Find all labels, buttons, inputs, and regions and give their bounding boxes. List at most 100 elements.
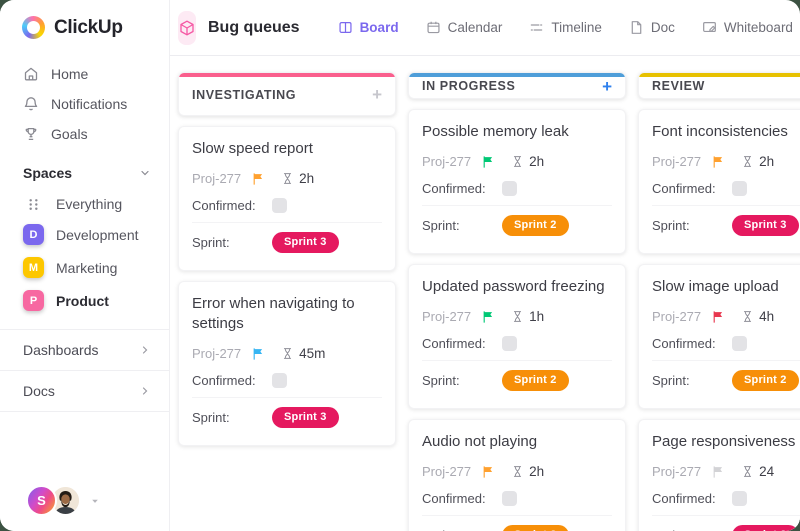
priority-flag-icon[interactable] xyxy=(481,465,495,479)
time-estimate[interactable]: 2h xyxy=(511,464,544,479)
priority-flag-icon[interactable] xyxy=(711,155,725,169)
time-value: 4h xyxy=(759,309,775,324)
sidebar-item-home[interactable]: Home xyxy=(0,59,169,89)
task-card[interactable]: Audio not playing Proj-277 2h Confirmed: xyxy=(408,419,626,531)
sprint-badge[interactable]: Sprint 2 xyxy=(502,525,569,531)
sprint-badge[interactable]: Sprint 2 xyxy=(502,215,569,236)
time-estimate[interactable]: 1h xyxy=(511,309,544,324)
column-header[interactable]: INVESTIGATING + xyxy=(178,72,396,116)
user-menu[interactable]: S xyxy=(0,485,169,531)
sidebar-item-label: Notifications xyxy=(51,96,128,112)
sidebar-link-label: Dashboards xyxy=(23,342,99,358)
task-card[interactable]: Updated password freezing Proj-277 1h Co… xyxy=(408,264,626,409)
project-id: Proj-277 xyxy=(652,464,702,479)
hourglass-icon xyxy=(744,311,752,322)
task-card[interactable]: Page responsiveness Issue Proj-277 24 Co… xyxy=(638,419,800,531)
sidebar-item-marketing[interactable]: M Marketing xyxy=(0,251,169,284)
confirmed-row: Confirmed: xyxy=(652,331,800,361)
chevron-down-icon xyxy=(92,499,98,503)
tab-board[interactable]: Board xyxy=(338,20,399,35)
tab-whiteboard[interactable]: Whiteboard xyxy=(702,20,793,35)
view-tabs: Board Calendar Timeline Doc Whiteboard xyxy=(338,20,793,35)
task-meta: Proj-277 24 xyxy=(652,461,800,486)
project-id: Proj-277 xyxy=(192,346,242,361)
task-title: Possible memory leak xyxy=(422,123,569,140)
task-meta: Proj-277 45m xyxy=(192,343,382,368)
task-title: Page responsiveness Issue xyxy=(652,433,800,450)
time-estimate[interactable]: 2h xyxy=(741,154,774,169)
grid-dots-icon xyxy=(23,197,44,212)
task-title: Audio not playing xyxy=(422,433,538,450)
sidebar-item-label: Goals xyxy=(51,126,88,142)
sprint-row: Sprint: Sprint 2 xyxy=(422,365,612,396)
add-task-button[interactable]: + xyxy=(602,78,612,95)
sidebar-item-notifications[interactable]: Notifications xyxy=(0,89,169,119)
task-card[interactable]: Error when navigating to settings Proj-2… xyxy=(178,281,396,446)
sprint-badge[interactable]: Sprint 2 xyxy=(732,370,799,391)
task-card[interactable]: Font inconsistencies Proj-277 2h Confirm… xyxy=(638,109,800,254)
confirmed-checkbox[interactable] xyxy=(732,491,747,506)
confirmed-checkbox[interactable] xyxy=(502,181,517,196)
hourglass-icon xyxy=(744,156,752,167)
time-estimate[interactable]: 2h xyxy=(511,154,544,169)
tab-calendar[interactable]: Calendar xyxy=(426,20,503,35)
time-estimate[interactable]: 24 xyxy=(741,464,774,479)
task-card[interactable]: Possible memory leak Proj-277 2h Confirm… xyxy=(408,109,626,254)
sidebar-item-everything[interactable]: Everything xyxy=(0,190,169,218)
sidebar-item-docs[interactable]: Docs xyxy=(0,370,169,412)
confirmed-label: Confirmed: xyxy=(422,491,486,506)
sprint-label: Sprint: xyxy=(192,235,230,250)
confirmed-row: Confirmed: xyxy=(192,193,382,223)
brand-name: ClickUp xyxy=(54,16,123,38)
sprint-badge[interactable]: Sprint 3 xyxy=(272,232,339,253)
confirmed-row: Confirmed: xyxy=(652,486,800,516)
home-icon xyxy=(24,67,38,81)
priority-flag-icon[interactable] xyxy=(251,172,265,186)
sidebar: ClickUp Home Notifications Goals Spaces … xyxy=(0,0,170,531)
column-header[interactable]: IN PROGRESS + xyxy=(408,72,626,99)
sprint-label: Sprint: xyxy=(422,218,460,233)
time-estimate[interactable]: 4h xyxy=(741,309,774,324)
column-title: IN PROGRESS xyxy=(422,79,516,93)
confirmed-checkbox[interactable] xyxy=(502,491,517,506)
tab-label: Calendar xyxy=(447,20,503,35)
priority-flag-icon[interactable] xyxy=(251,347,265,361)
confirmed-checkbox[interactable] xyxy=(272,198,287,213)
sprint-badge[interactable]: Sprint 3 xyxy=(732,215,799,236)
confirmed-checkbox[interactable] xyxy=(272,373,287,388)
sprint-badge[interactable]: Sprint 3 xyxy=(732,525,799,531)
task-card[interactable]: Slow image upload Proj-277 4h Confirmed: xyxy=(638,264,800,409)
column-header[interactable]: REVIEW + xyxy=(638,72,800,99)
sidebar-item-dashboards[interactable]: Dashboards xyxy=(0,329,169,370)
sprint-badge[interactable]: Sprint 3 xyxy=(272,407,339,428)
board-icon xyxy=(339,22,352,33)
time-value: 2h xyxy=(299,171,315,186)
space-avatar: D xyxy=(23,224,44,245)
time-estimate[interactable]: 45m xyxy=(281,346,325,361)
column-review: REVIEW + Font inconsistencies Proj-277 2… xyxy=(638,72,800,531)
sidebar-item-goals[interactable]: Goals xyxy=(0,119,169,149)
priority-flag-icon[interactable] xyxy=(711,465,725,479)
sprint-row: Sprint: Sprint 3 xyxy=(652,520,800,531)
bell-icon xyxy=(24,97,38,111)
priority-flag-icon[interactable] xyxy=(711,310,725,324)
confirmed-checkbox[interactable] xyxy=(732,336,747,351)
time-value: 24 xyxy=(759,464,775,479)
priority-flag-icon[interactable] xyxy=(481,310,495,324)
confirmed-label: Confirmed: xyxy=(422,181,486,196)
task-card[interactable]: Slow speed report Proj-277 2h Confirmed: xyxy=(178,126,396,271)
tab-timeline[interactable]: Timeline xyxy=(529,20,602,35)
confirmed-checkbox[interactable] xyxy=(732,181,747,196)
priority-flag-icon[interactable] xyxy=(481,155,495,169)
sprint-badge[interactable]: Sprint 2 xyxy=(502,370,569,391)
spaces-section-header[interactable]: Spaces xyxy=(0,149,169,190)
sidebar-link-label: Docs xyxy=(23,383,55,399)
tab-doc[interactable]: Doc xyxy=(629,20,675,35)
confirmed-checkbox[interactable] xyxy=(502,336,517,351)
workspace-avatar[interactable]: S xyxy=(26,485,57,516)
add-task-button[interactable]: + xyxy=(372,86,382,103)
sidebar-item-product[interactable]: P Product xyxy=(0,284,169,317)
time-estimate[interactable]: 2h xyxy=(281,171,314,186)
brand-logo[interactable]: ClickUp xyxy=(0,16,169,39)
sidebar-item-development[interactable]: D Development xyxy=(0,218,169,251)
